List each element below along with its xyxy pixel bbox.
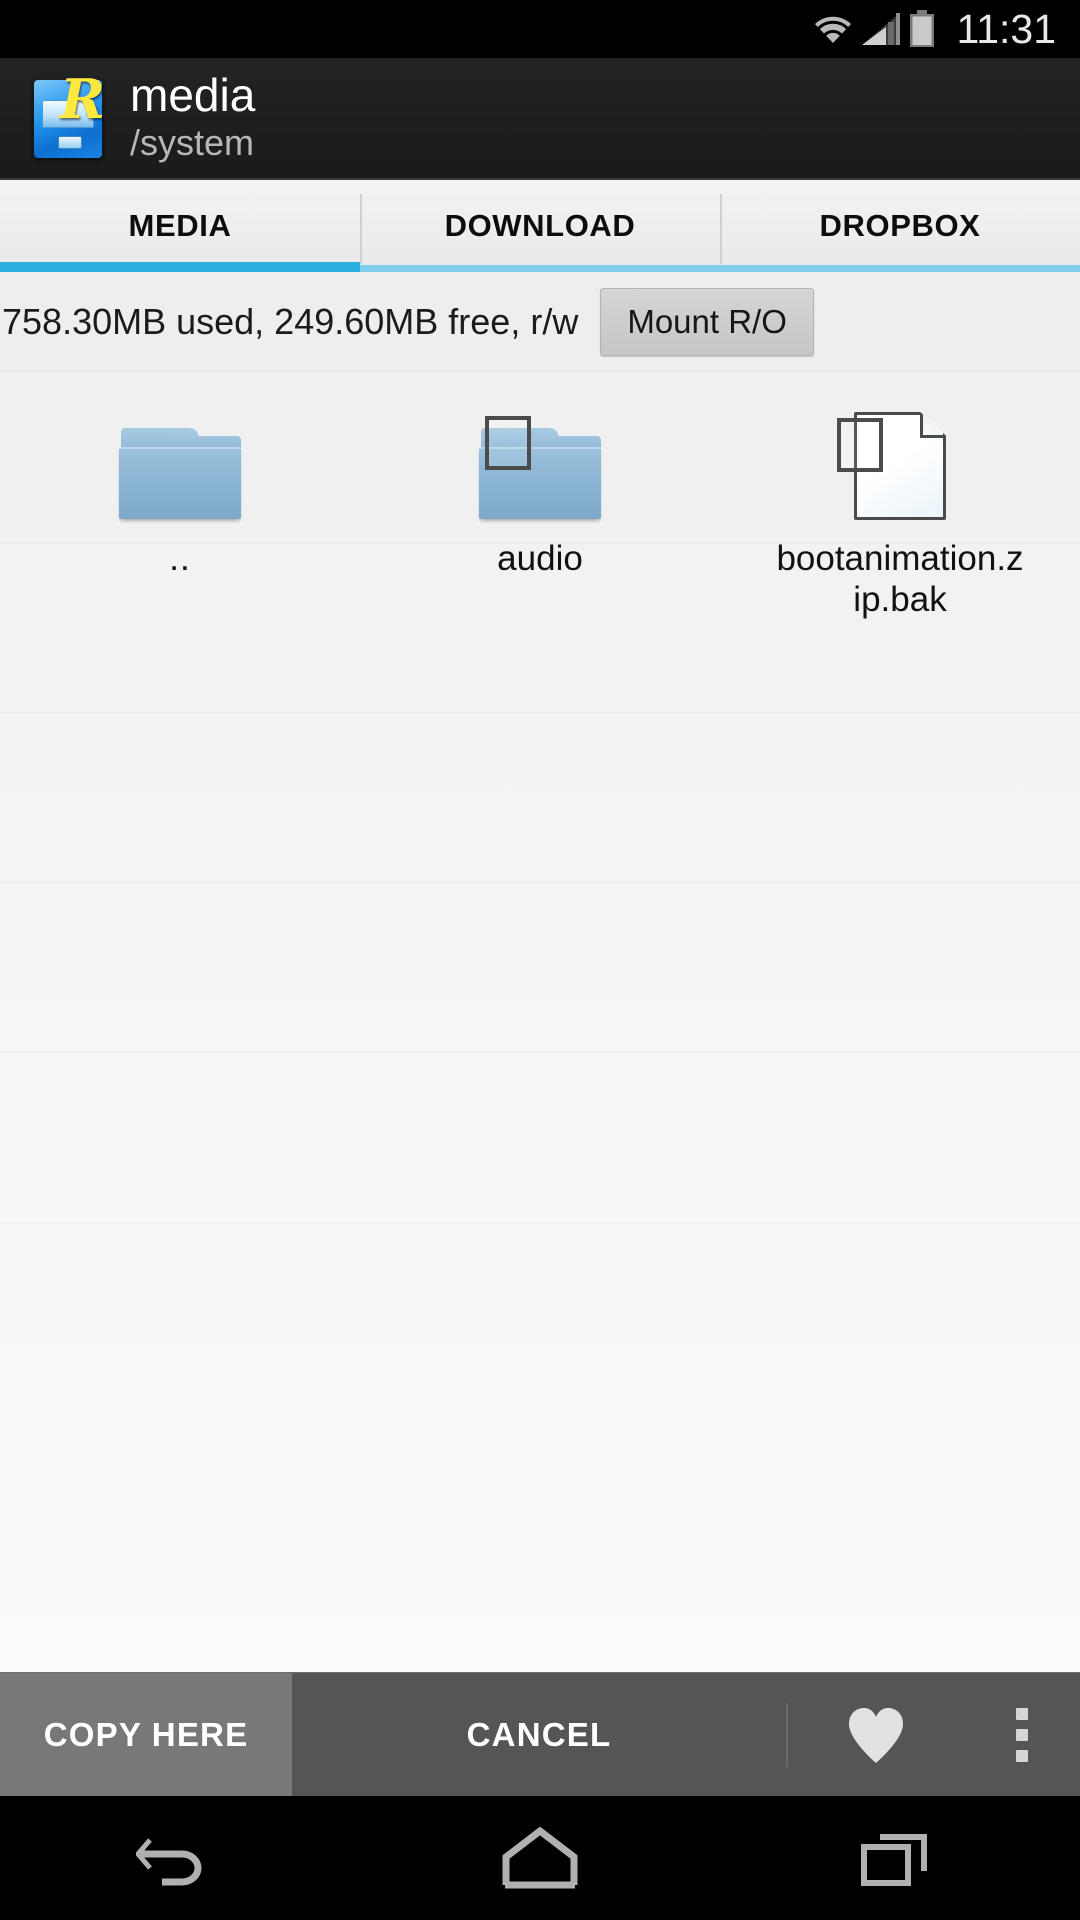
action-bar: R media /system xyxy=(0,58,1080,180)
recents-button[interactable] xyxy=(852,1822,948,1894)
title-group: media /system xyxy=(130,71,255,164)
file-item-label: bootanimation.zip.bak xyxy=(776,539,1024,620)
file-item-label: .. xyxy=(169,539,191,578)
tab-dropbox[interactable]: DROPBOX xyxy=(720,180,1080,272)
bottom-action-bar: COPY HERE CANCEL xyxy=(0,1672,1080,1796)
tab-download[interactable]: DOWNLOAD xyxy=(360,180,720,272)
recents-icon xyxy=(861,1834,927,1886)
tab-active-indicator xyxy=(0,262,360,272)
status-clock: 11:31 xyxy=(956,5,1056,52)
icon-wrapper xyxy=(435,400,645,520)
r-letter-glyph: R xyxy=(60,67,105,131)
heart-icon xyxy=(849,1707,903,1763)
file-select-checkbox[interactable] xyxy=(485,416,531,470)
icon-wrapper xyxy=(795,400,1005,520)
overflow-menu-button[interactable] xyxy=(964,1673,1080,1796)
file-item-audio[interactable]: audio xyxy=(360,390,720,637)
back-icon xyxy=(136,1838,202,1886)
favorite-button[interactable] xyxy=(788,1673,964,1796)
root-explorer-icon[interactable]: R xyxy=(30,72,106,160)
folder-icon xyxy=(119,428,241,520)
file-grid-container[interactable]: .. audio bootanimation.zip.bak xyxy=(0,372,1080,1672)
cancel-button[interactable]: CANCEL xyxy=(292,1673,786,1796)
tab-indicator-track xyxy=(0,262,1080,272)
file-item-label: audio xyxy=(497,539,583,578)
wifi-icon xyxy=(811,12,856,43)
copy-here-button[interactable]: COPY HERE xyxy=(0,1673,292,1796)
status-icon-group: 11:31 xyxy=(810,6,1056,53)
storage-info-text: 758.30MB used, 249.60MB free, r/w xyxy=(2,300,579,342)
phone-screen: 11:31 R media /system MEDIA DOWNLOAD DRO… xyxy=(0,0,1080,1920)
home-button[interactable] xyxy=(492,1822,588,1894)
mount-ro-button[interactable]: Mount R/O xyxy=(600,287,814,356)
tab-media[interactable]: MEDIA xyxy=(0,180,360,272)
home-icon xyxy=(502,1827,578,1889)
cell-signal-icon xyxy=(862,13,901,45)
storage-info-bar: 758.30MB used, 249.60MB free, r/w Mount … xyxy=(0,272,1080,372)
file-item-bootanimation[interactable]: bootanimation.zip.bak xyxy=(720,390,1080,637)
battery-icon xyxy=(910,10,935,47)
system-navigation-bar xyxy=(0,1796,1080,1920)
page-subtitle-path: /system xyxy=(130,122,255,164)
page-title: media xyxy=(130,69,256,122)
tab-bar: MEDIA DOWNLOAD DROPBOX xyxy=(0,180,1080,272)
status-bar: 11:31 xyxy=(0,0,1080,58)
file-select-checkbox[interactable] xyxy=(837,418,883,472)
back-button[interactable] xyxy=(132,1822,228,1894)
file-grid: .. audio bootanimation.zip.bak xyxy=(0,372,1080,637)
file-item-parent[interactable]: .. xyxy=(0,390,360,637)
icon-wrapper xyxy=(75,400,285,520)
overflow-menu-icon xyxy=(1016,1707,1028,1762)
